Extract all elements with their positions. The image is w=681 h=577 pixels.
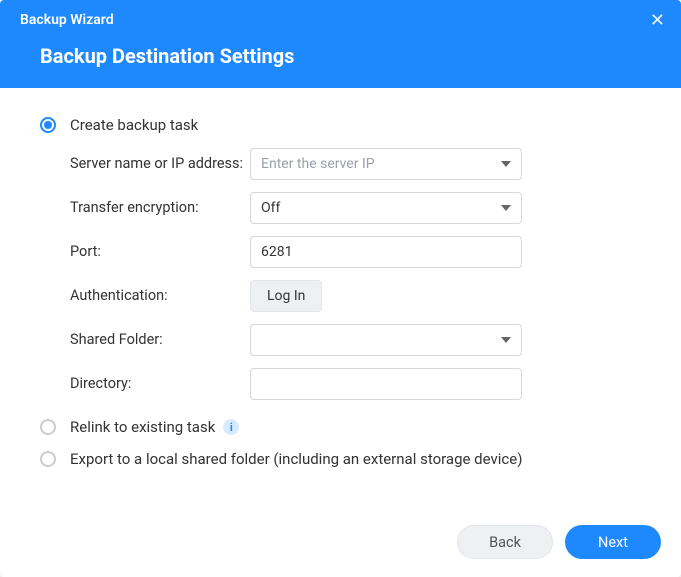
option-export-label: Export to a local shared folder (includi…: [70, 450, 522, 468]
backup-wizard-window: Backup Wizard Backup Destination Setting…: [0, 0, 681, 577]
window-title: Backup Wizard: [20, 12, 661, 28]
next-button[interactable]: Next: [565, 525, 661, 559]
option-export[interactable]: Export to a local shared folder (includi…: [40, 450, 641, 468]
port-input[interactable]: [250, 236, 522, 268]
server-select-placeholder: Enter the server IP: [261, 156, 375, 172]
chevron-down-icon: [501, 205, 511, 211]
chevron-down-icon: [501, 161, 511, 167]
back-button[interactable]: Back: [457, 525, 553, 559]
radio-selected-icon: [40, 117, 56, 133]
row-port: Port:: [70, 236, 641, 268]
shared-folder-select[interactable]: [250, 324, 522, 356]
radio-unselected-icon: [40, 419, 56, 435]
close-icon[interactable]: ✕: [650, 10, 665, 31]
encryption-select[interactable]: Off: [250, 192, 522, 224]
row-directory: Directory:: [70, 368, 641, 400]
create-backup-form: Server name or IP address: Enter the ser…: [70, 148, 641, 400]
row-server: Server name or IP address: Enter the ser…: [70, 148, 641, 180]
directory-input[interactable]: [250, 368, 522, 400]
info-icon[interactable]: i: [223, 419, 239, 435]
label-auth: Authentication:: [70, 280, 250, 306]
server-select[interactable]: Enter the server IP: [250, 148, 522, 180]
label-shared-folder: Shared Folder:: [70, 324, 250, 350]
option-relink-label: Relink to existing task: [70, 418, 215, 436]
option-create-label: Create backup task: [70, 116, 198, 134]
chevron-down-icon: [501, 337, 511, 343]
page-title: Backup Destination Settings: [40, 44, 661, 68]
wizard-body: Create backup task Server name or IP add…: [0, 88, 681, 509]
option-create-backup[interactable]: Create backup task: [40, 116, 641, 134]
option-relink[interactable]: Relink to existing task i: [40, 418, 641, 436]
row-encryption: Transfer encryption: Off: [70, 192, 641, 224]
row-auth: Authentication: Log In: [70, 280, 641, 312]
label-encryption: Transfer encryption:: [70, 192, 250, 218]
encryption-select-value: Off: [261, 200, 280, 216]
label-server: Server name or IP address:: [70, 148, 250, 174]
wizard-header: Backup Wizard Backup Destination Setting…: [0, 0, 681, 88]
row-shared-folder: Shared Folder:: [70, 324, 641, 356]
radio-unselected-icon: [40, 451, 56, 467]
wizard-footer: Back Next: [0, 509, 681, 577]
label-directory: Directory:: [70, 368, 250, 394]
login-button[interactable]: Log In: [250, 280, 322, 312]
label-port: Port:: [70, 236, 250, 262]
